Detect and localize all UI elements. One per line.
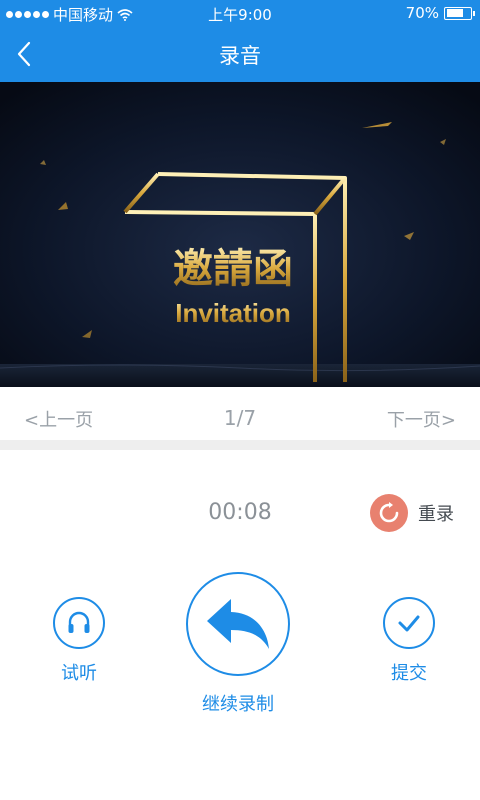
headphones-icon	[68, 611, 90, 633]
invitation-artwork: 邀請函 Invitation	[0, 82, 480, 387]
page-title: 录音	[219, 44, 261, 68]
nav-bar: 录音	[0, 26, 480, 82]
listen-ring	[53, 597, 105, 649]
status-bar: 中国移动 上午9:00 70%	[0, 0, 480, 26]
next-page-button[interactable]: 下一页>	[387, 406, 456, 432]
invitation-title: 邀請函	[173, 245, 293, 292]
continue-label: 继续录制	[202, 694, 274, 715]
battery-fill	[446, 9, 463, 17]
listen-label: 试听	[61, 663, 97, 684]
rerecord-label: 重录	[418, 504, 454, 525]
invitation-subtitle: Invitation	[175, 298, 291, 328]
refresh-icon	[370, 494, 408, 532]
status-right: 70%	[405, 4, 475, 22]
recording-screen: 中国移动 上午9:00 70% 录音 邀請函 Invitation <上一页 1…	[0, 0, 480, 800]
check-icon	[398, 615, 420, 632]
submit-ring	[383, 597, 435, 649]
top-bar: 中国移动 上午9:00 70% 录音	[0, 0, 480, 82]
continue-ring	[186, 572, 290, 676]
continue-recording-button[interactable]: 继续录制	[185, 572, 291, 716]
invitation-preview: 邀請函 Invitation	[0, 82, 480, 387]
submit-label: 提交	[391, 663, 427, 684]
rerecord-button[interactable]: 重录	[370, 494, 454, 532]
listen-button[interactable]: 试听	[50, 597, 108, 685]
battery-icon	[444, 6, 475, 20]
section-divider	[0, 440, 480, 450]
battery-percent: 70%	[405, 4, 439, 22]
page-navigator: <上一页 1/7 下一页>	[0, 387, 480, 445]
reply-arrow-icon	[207, 599, 269, 649]
submit-button[interactable]: 提交	[380, 597, 438, 685]
